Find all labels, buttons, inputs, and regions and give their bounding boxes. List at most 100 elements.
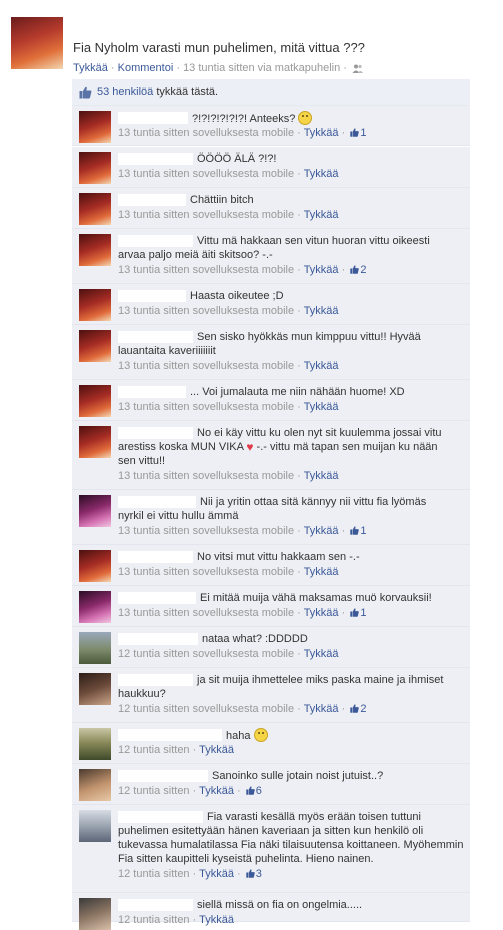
like-count: 2 [360, 703, 367, 715]
commenter-avatar[interactable] [79, 426, 111, 458]
comment-meta: 12 tuntia sitten · Tykkää [118, 914, 234, 926]
commenter-name[interactable] [118, 194, 186, 206]
commenter-name[interactable] [118, 496, 196, 508]
commenter-avatar[interactable] [79, 234, 111, 266]
comment-time[interactable]: 13 tuntia sitten sovelluksesta mobile [118, 209, 294, 221]
commenter-avatar[interactable] [79, 111, 111, 143]
commenter-name[interactable] [118, 235, 193, 247]
comment-like-link[interactable]: Tykkää [304, 470, 339, 482]
comment-item: ja sit muija ihmettelee miks paska maine… [72, 668, 470, 723]
commenter-avatar[interactable] [79, 495, 111, 527]
thumbs-up-icon [350, 704, 360, 713]
commenter-name[interactable] [118, 770, 208, 782]
comment-time[interactable]: 12 tuntia sitten sovelluksesta mobile [118, 703, 294, 715]
commenter-name[interactable] [118, 811, 203, 823]
comment-like-count[interactable]: 1 [348, 127, 366, 139]
post-comment-link[interactable]: Kommentoi [118, 62, 174, 74]
comment-time[interactable]: 13 tuntia sitten sovelluksesta mobile [118, 566, 294, 578]
comment-like-link[interactable]: Tykkää [304, 525, 339, 537]
post-like-link[interactable]: Tykkää [73, 62, 108, 74]
comment-time[interactable]: 13 tuntia sitten sovelluksesta mobile [118, 360, 294, 372]
commenter-name[interactable] [118, 427, 193, 439]
commenter-avatar[interactable] [79, 898, 111, 930]
comment-time[interactable]: 12 tuntia sitten sovelluksesta mobile [118, 648, 294, 660]
commenter-name[interactable] [118, 290, 186, 302]
comment-like-link[interactable]: Tykkää [304, 360, 339, 372]
comment-like-count[interactable]: 2 [348, 264, 366, 276]
commenter-avatar[interactable] [79, 591, 111, 623]
comment-time[interactable]: 12 tuntia sitten [118, 744, 190, 756]
commenter-name[interactable] [118, 674, 193, 686]
comment-like-link[interactable]: Tykkää [304, 305, 339, 317]
post-time[interactable]: 13 tuntia sitten via matkapuhelin [183, 62, 340, 74]
comment-like-link[interactable]: Tykkää [199, 785, 234, 797]
commenter-avatar[interactable] [79, 810, 111, 842]
comment-line: Haasta oikeutee ;D [190, 290, 284, 302]
comment-time[interactable]: 13 tuntia sitten sovelluksesta mobile [118, 401, 294, 413]
post-author-avatar[interactable] [11, 17, 63, 69]
commenter-avatar[interactable] [79, 330, 111, 362]
comment-time[interactable]: 12 tuntia sitten [118, 914, 190, 926]
comment-like-link[interactable]: Tykkää [304, 703, 339, 715]
like-count: 2 [360, 264, 367, 276]
commenter-avatar[interactable] [79, 289, 111, 321]
commenter-avatar[interactable] [79, 152, 111, 184]
commenter-name[interactable] [118, 551, 193, 563]
comment-like-link[interactable]: Tykkää [199, 914, 234, 926]
comment-like-count[interactable]: 6 [244, 785, 262, 797]
comment-time[interactable]: 13 tuntia sitten sovelluksesta mobile [118, 470, 294, 482]
commenter-name[interactable] [118, 729, 222, 741]
comment-like-link[interactable]: Tykkää [199, 868, 234, 880]
comment-time[interactable]: 12 tuntia sitten [118, 868, 190, 880]
comment-like-link[interactable]: Tykkää [304, 264, 339, 276]
comment-like-link[interactable]: Tykkää [304, 127, 339, 139]
commenter-name[interactable] [118, 112, 188, 124]
commenter-name[interactable] [118, 331, 193, 343]
comment-like-count[interactable]: 2 [348, 703, 366, 715]
comment-time[interactable]: 12 tuntia sitten [118, 785, 190, 797]
comment-time[interactable]: 13 tuntia sitten sovelluksesta mobile [118, 168, 294, 180]
comment-like-count[interactable]: 1 [348, 525, 366, 537]
likes-count-link[interactable]: 53 henkilöä [97, 86, 153, 98]
comment-like-link[interactable]: Tykkää [304, 209, 339, 221]
comment-time[interactable]: 13 tuntia sitten sovelluksesta mobile [118, 525, 294, 537]
commenter-avatar[interactable] [79, 550, 111, 582]
comment-item: Haasta oikeutee ;D 13 tuntia sitten sovel… [72, 284, 470, 325]
comment-time[interactable]: 13 tuntia sitten sovelluksesta mobile [118, 607, 294, 619]
comment-like-count[interactable]: 1 [348, 607, 366, 619]
comment-like-link[interactable]: Tykkää [304, 648, 339, 660]
commenter-name[interactable] [118, 153, 193, 165]
comment-item: Ei mitää muija vähä maksamas muö korvauk… [72, 586, 470, 627]
comment-time[interactable]: 13 tuntia sitten sovelluksesta mobile [118, 305, 294, 317]
comment-text: Sanoinko sulle jotain noist jutuist..? [212, 769, 383, 783]
comment-text: Haasta oikeutee ;D [190, 289, 284, 303]
commenter-avatar[interactable] [79, 673, 111, 705]
thumbs-up-icon [350, 128, 360, 137]
comment-like-count[interactable]: 3 [244, 868, 262, 880]
thumbs-up-icon [350, 265, 360, 274]
commenter-avatar[interactable] [79, 728, 111, 760]
commenter-name[interactable] [118, 899, 193, 911]
comment-like-link[interactable]: Tykkää [304, 168, 339, 180]
likes-text: 53 henkilöä tykkää tästä. [97, 86, 218, 98]
commenter-avatar[interactable] [79, 385, 111, 417]
commenter-avatar[interactable] [79, 193, 111, 225]
commenter-avatar[interactable] [79, 632, 111, 664]
comment-time[interactable]: 13 tuntia sitten sovelluksesta mobile [118, 264, 294, 276]
comment-line: arvaa paljo meiä äiti skitsoo? -.- [118, 249, 273, 261]
comment-text: Ei mitää muija vähä maksamas muö korvauk… [200, 591, 432, 605]
commenter-name[interactable] [118, 633, 198, 645]
comment-like-link[interactable]: Tykkää [304, 607, 339, 619]
comment-like-link[interactable]: Tykkää [304, 401, 339, 413]
comment-text-continued: puhelimen esitettyään hänen kaveriaan ja… [118, 824, 423, 838]
commenter-name[interactable] [118, 592, 196, 604]
comment-like-link[interactable]: Tykkää [199, 744, 234, 756]
comment-item: No vitsi mut vittu hakkaam sen -.- 13 tun… [72, 545, 470, 586]
commenter-name[interactable] [118, 386, 186, 398]
comment-text: ja sit muija ihmettelee miks paska maine… [197, 673, 443, 687]
commenter-avatar[interactable] [79, 769, 111, 801]
friends-audience-icon[interactable] [352, 64, 363, 73]
comment-like-link[interactable]: Tykkää [304, 566, 339, 578]
comment-line: haukkuu? [118, 688, 166, 700]
comment-time[interactable]: 13 tuntia sitten sovelluksesta mobile [118, 127, 294, 139]
